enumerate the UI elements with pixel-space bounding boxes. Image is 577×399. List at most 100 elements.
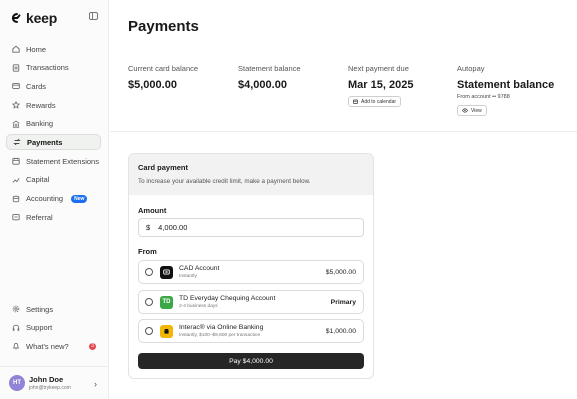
stat-value: Statement balance bbox=[457, 79, 555, 91]
next-payment-stat: Next payment due Mar 15, 2025 Add to cal… bbox=[348, 64, 413, 109]
option-name: Interac® via Online Banking bbox=[179, 324, 264, 332]
eye-icon bbox=[462, 108, 468, 113]
pay-button[interactable]: Pay $4,000.00 bbox=[138, 353, 364, 369]
autopay-stat: Autopay Statement balance From account •… bbox=[457, 64, 554, 118]
option-name: CAD Account bbox=[179, 265, 220, 273]
sidebar-item-referral[interactable]: Referral bbox=[6, 209, 101, 225]
transactions-icon bbox=[12, 64, 20, 72]
gear-icon bbox=[12, 305, 20, 313]
bank-icon bbox=[12, 120, 20, 128]
calendar-icon bbox=[12, 157, 20, 165]
stat-value: Mar 15, 2025 bbox=[348, 79, 414, 91]
section-divider bbox=[110, 131, 577, 132]
sidebar-item-label: Transactions bbox=[26, 63, 69, 73]
brand-name: keep bbox=[26, 10, 58, 26]
td-bank-icon: TD bbox=[160, 295, 173, 309]
add-to-calendar-label: Add to calendar bbox=[361, 98, 397, 105]
sidebar-item-label: Rewards bbox=[26, 100, 56, 110]
headset-icon bbox=[12, 324, 20, 332]
primary-label: Primary bbox=[330, 298, 356, 306]
card-payment-title: Card payment bbox=[138, 163, 189, 172]
stat-value: $4,000.00 bbox=[238, 79, 287, 91]
chevron-right-icon: › bbox=[94, 379, 97, 389]
sidebar-nav: Home Transactions Cards Rewards Banking … bbox=[6, 41, 101, 228]
currency-symbol: $ bbox=[146, 223, 151, 232]
radio-button[interactable] bbox=[145, 268, 153, 276]
coins-icon bbox=[12, 195, 20, 203]
option-desc: Instantly, $100–$9,800 per transaction bbox=[179, 332, 261, 338]
current-balance-stat: Current card balance $5,000.00 bbox=[128, 64, 198, 91]
stat-label: Statement balance bbox=[238, 64, 301, 73]
user-name: John Doe bbox=[29, 375, 64, 384]
payment-source-option[interactable]: TD TD Everyday Chequing Account 2-4 busi… bbox=[138, 290, 364, 314]
sidebar-item-label: Support bbox=[26, 323, 53, 333]
user-menu[interactable]: HT John Doe john@trykeep.com › bbox=[0, 366, 109, 399]
sidebar-item-label: Home bbox=[26, 44, 47, 54]
swap-icon bbox=[13, 138, 21, 146]
interac-icon bbox=[160, 324, 173, 338]
sidebar-item-accounting[interactable]: Accounting New bbox=[6, 191, 101, 207]
sidebar-item-payments[interactable]: Payments bbox=[6, 134, 101, 151]
main-content: Payments Current card balance $5,000.00 … bbox=[110, 0, 577, 399]
stat-label: Current card balance bbox=[128, 64, 199, 73]
new-badge: New bbox=[71, 194, 88, 203]
card-payment-subtitle: To increase your available credit limit,… bbox=[138, 178, 311, 185]
add-to-calendar-button[interactable]: Add to calendar bbox=[348, 96, 402, 107]
card-icon bbox=[12, 82, 20, 90]
option-desc: Instantly bbox=[179, 273, 197, 279]
option-text: TD Everyday Chequing Account 2-4 busines… bbox=[179, 295, 275, 309]
sidebar: keep Home Transactions Cards Rewards Ban… bbox=[0, 0, 109, 399]
amount-input[interactable]: $ 4,000.00 bbox=[138, 218, 364, 237]
sidebar-item-label: Capital bbox=[26, 175, 50, 185]
sidebar-item-label: Referral bbox=[26, 212, 53, 222]
bell-icon bbox=[12, 342, 20, 350]
sidebar-item-cards[interactable]: Cards bbox=[6, 78, 101, 94]
option-text: Interac® via Online Banking Instantly, $… bbox=[179, 324, 263, 338]
amount-label: Amount bbox=[138, 206, 167, 215]
payment-source-option[interactable]: CAD Account Instantly $5,000.00 bbox=[138, 260, 364, 284]
sidebar-item-label: Statement Extensions bbox=[26, 156, 99, 166]
sidebar-item-capital[interactable]: Capital bbox=[6, 172, 101, 188]
option-name: TD Everyday Chequing Account bbox=[179, 295, 276, 303]
sidebar-item-transactions[interactable]: Transactions bbox=[6, 60, 101, 76]
calendar-icon bbox=[353, 99, 358, 104]
keep-logo-icon bbox=[11, 13, 21, 23]
sidebar-item-banking[interactable]: Banking bbox=[6, 116, 101, 132]
notification-count-badge: 3 bbox=[89, 342, 96, 350]
amount-value: 4,000.00 bbox=[158, 223, 188, 232]
sidebar-item-home[interactable]: Home bbox=[6, 41, 101, 57]
star-icon bbox=[12, 101, 20, 109]
sidebar-item-settings[interactable]: Settings bbox=[6, 301, 101, 317]
balance-summary: Current card balance $5,000.00 Statement… bbox=[128, 64, 573, 119]
sidebar-item-label: Settings bbox=[26, 304, 54, 314]
avatar: HT bbox=[9, 375, 25, 391]
sidebar-item-rewards[interactable]: Rewards bbox=[6, 97, 101, 113]
view-autopay-button[interactable]: View bbox=[457, 105, 487, 116]
sidebar-item-statement-extensions[interactable]: Statement Extensions bbox=[6, 153, 101, 169]
statement-balance-stat: Statement balance $4,000.00 bbox=[238, 64, 301, 91]
card-payment-header: Card payment To increase your available … bbox=[129, 154, 373, 195]
stat-label: Next payment due bbox=[348, 64, 409, 73]
stat-label: Autopay bbox=[457, 64, 485, 73]
sidebar-item-label: What's new? bbox=[26, 341, 69, 351]
radio-button[interactable] bbox=[145, 298, 153, 306]
user-info: John Doe john@trykeep.com bbox=[29, 375, 71, 391]
sidebar-item-label: Cards bbox=[26, 81, 47, 91]
page-title: Payments bbox=[128, 18, 199, 35]
capital-icon bbox=[12, 176, 20, 184]
option-desc: 2-4 business days bbox=[179, 303, 218, 309]
brand-logo[interactable]: keep bbox=[9, 10, 57, 26]
stat-value: $5,000.00 bbox=[128, 79, 177, 91]
sidebar-toggle-icon[interactable] bbox=[89, 12, 98, 20]
radio-button[interactable] bbox=[145, 327, 153, 335]
from-label: From bbox=[138, 247, 157, 256]
sidebar-item-whats-new[interactable]: What's new? 3 bbox=[6, 338, 101, 354]
option-balance: $1,000.00 bbox=[325, 327, 356, 335]
sidebar-bottom-nav: Settings Support What's new? 3 bbox=[6, 301, 101, 357]
referral-icon bbox=[12, 213, 20, 221]
user-email: john@trykeep.com bbox=[29, 385, 71, 391]
autopay-account: From account •• 9788 bbox=[457, 94, 510, 100]
payment-source-option[interactable]: Interac® via Online Banking Instantly, $… bbox=[138, 319, 364, 343]
option-text: CAD Account Instantly bbox=[179, 265, 219, 279]
sidebar-item-support[interactable]: Support bbox=[6, 320, 101, 336]
